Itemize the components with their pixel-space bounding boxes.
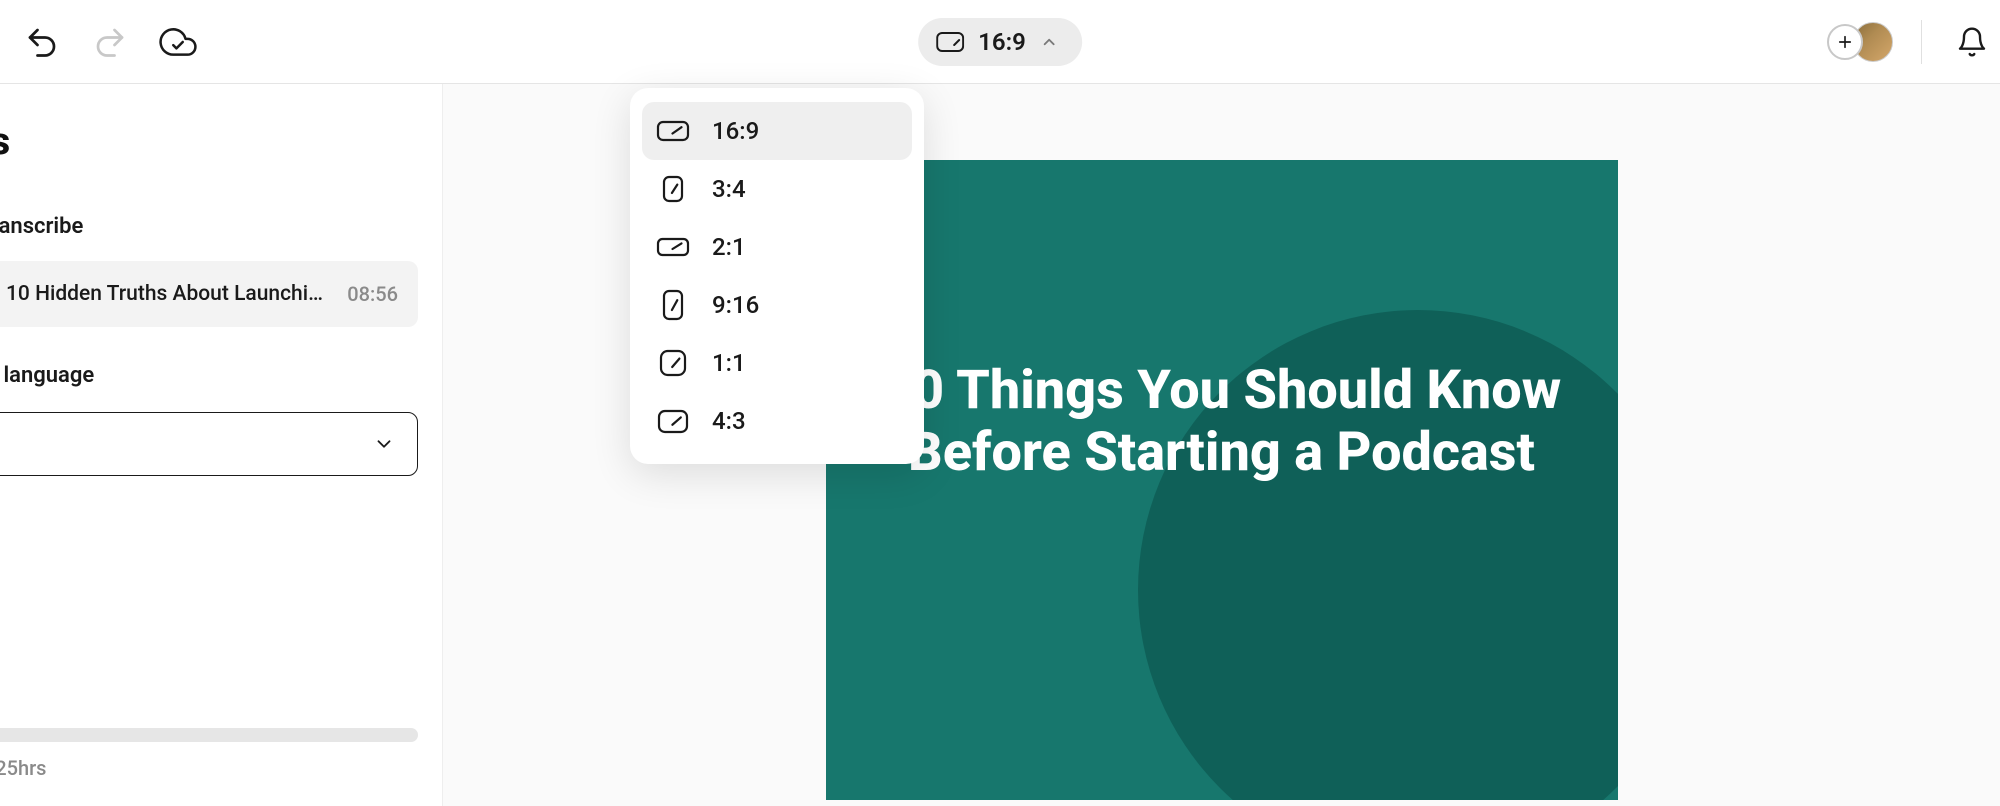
ratio-option-label: 9:16 — [712, 291, 759, 319]
language-select[interactable]: h — [0, 412, 418, 476]
notifications-button[interactable] — [1950, 20, 1994, 64]
canvas-title-text: 10 Things You Should Know Before Startin… — [826, 360, 1618, 484]
add-collaborator-button[interactable] — [1827, 24, 1863, 60]
language-section-label: oken language — [0, 363, 442, 388]
transcribe-section-label: es to transcribe — [0, 214, 442, 239]
toolbar-right-group — [1827, 20, 1980, 64]
undo-icon — [24, 24, 60, 60]
ratio-option-label: 16:9 — [712, 117, 759, 145]
toolbar-center-group: 16:9 — [918, 18, 1082, 66]
ratio-shape-icon — [656, 116, 690, 146]
aspect-ratio-selector[interactable]: 16:9 — [918, 18, 1082, 66]
ratio-shape-icon — [656, 290, 690, 320]
redo-button[interactable] — [88, 20, 132, 64]
ratio-option-9-16[interactable]: 9:16 — [642, 276, 912, 334]
ratio-shape-icon — [656, 406, 690, 436]
top-toolbar: 16:9 — [0, 0, 2000, 84]
undo-button[interactable] — [20, 20, 64, 64]
sidebar-heading: es — [0, 120, 442, 164]
ratio-shape-icon — [656, 232, 690, 262]
aspect-ratio-value: 16:9 — [978, 28, 1026, 56]
main-body: es es to transcribe 10 Hidden Truths Abo… — [0, 84, 2000, 806]
video-canvas[interactable]: 10 Things You Should Know Before Startin… — [826, 160, 1618, 800]
chevron-down-icon — [373, 433, 395, 455]
audio-file-item[interactable]: 10 Hidden Truths About Launching ... 08:… — [0, 261, 418, 327]
usage-block: rs / 25hrs — [0, 728, 442, 780]
ratio-option-1-1[interactable]: 1:1 — [642, 334, 912, 392]
sidebar: es es to transcribe 10 Hidden Truths Abo… — [0, 84, 443, 806]
aspect-ratio-icon — [936, 32, 964, 52]
ratio-option-label: 3:4 — [712, 175, 746, 203]
ratio-shape-icon — [656, 348, 690, 378]
file-duration: 08:56 — [347, 282, 398, 306]
usage-progress-bar — [0, 728, 418, 742]
toolbar-left-group — [20, 20, 200, 64]
ratio-option-label: 1:1 — [712, 349, 746, 377]
chevron-up-icon — [1040, 33, 1058, 51]
ratio-option-label: 2:1 — [712, 233, 746, 261]
cloud-check-icon — [159, 23, 197, 61]
file-title: 10 Hidden Truths About Launching ... — [6, 282, 331, 306]
ratio-option-4-3[interactable]: 4:3 — [642, 392, 912, 450]
bell-icon — [1956, 26, 1988, 58]
usage-text: rs / 25hrs — [0, 756, 442, 780]
aspect-ratio-dropdown: 16:9 3:4 2:1 9:16 1:1 4:3 — [630, 88, 924, 464]
redo-icon — [92, 24, 128, 60]
ratio-option-3-4[interactable]: 3:4 — [642, 160, 912, 218]
usage-total: / 25hrs — [0, 756, 46, 780]
cloud-sync-button[interactable] — [156, 20, 200, 64]
ratio-option-16-9[interactable]: 16:9 — [642, 102, 912, 160]
toolbar-divider — [1921, 20, 1922, 64]
ratio-option-label: 4:3 — [712, 407, 746, 435]
ratio-shape-icon — [656, 174, 690, 204]
plus-icon — [1836, 33, 1854, 51]
ratio-option-2-1[interactable]: 2:1 — [642, 218, 912, 276]
collaborator-group — [1827, 22, 1893, 62]
